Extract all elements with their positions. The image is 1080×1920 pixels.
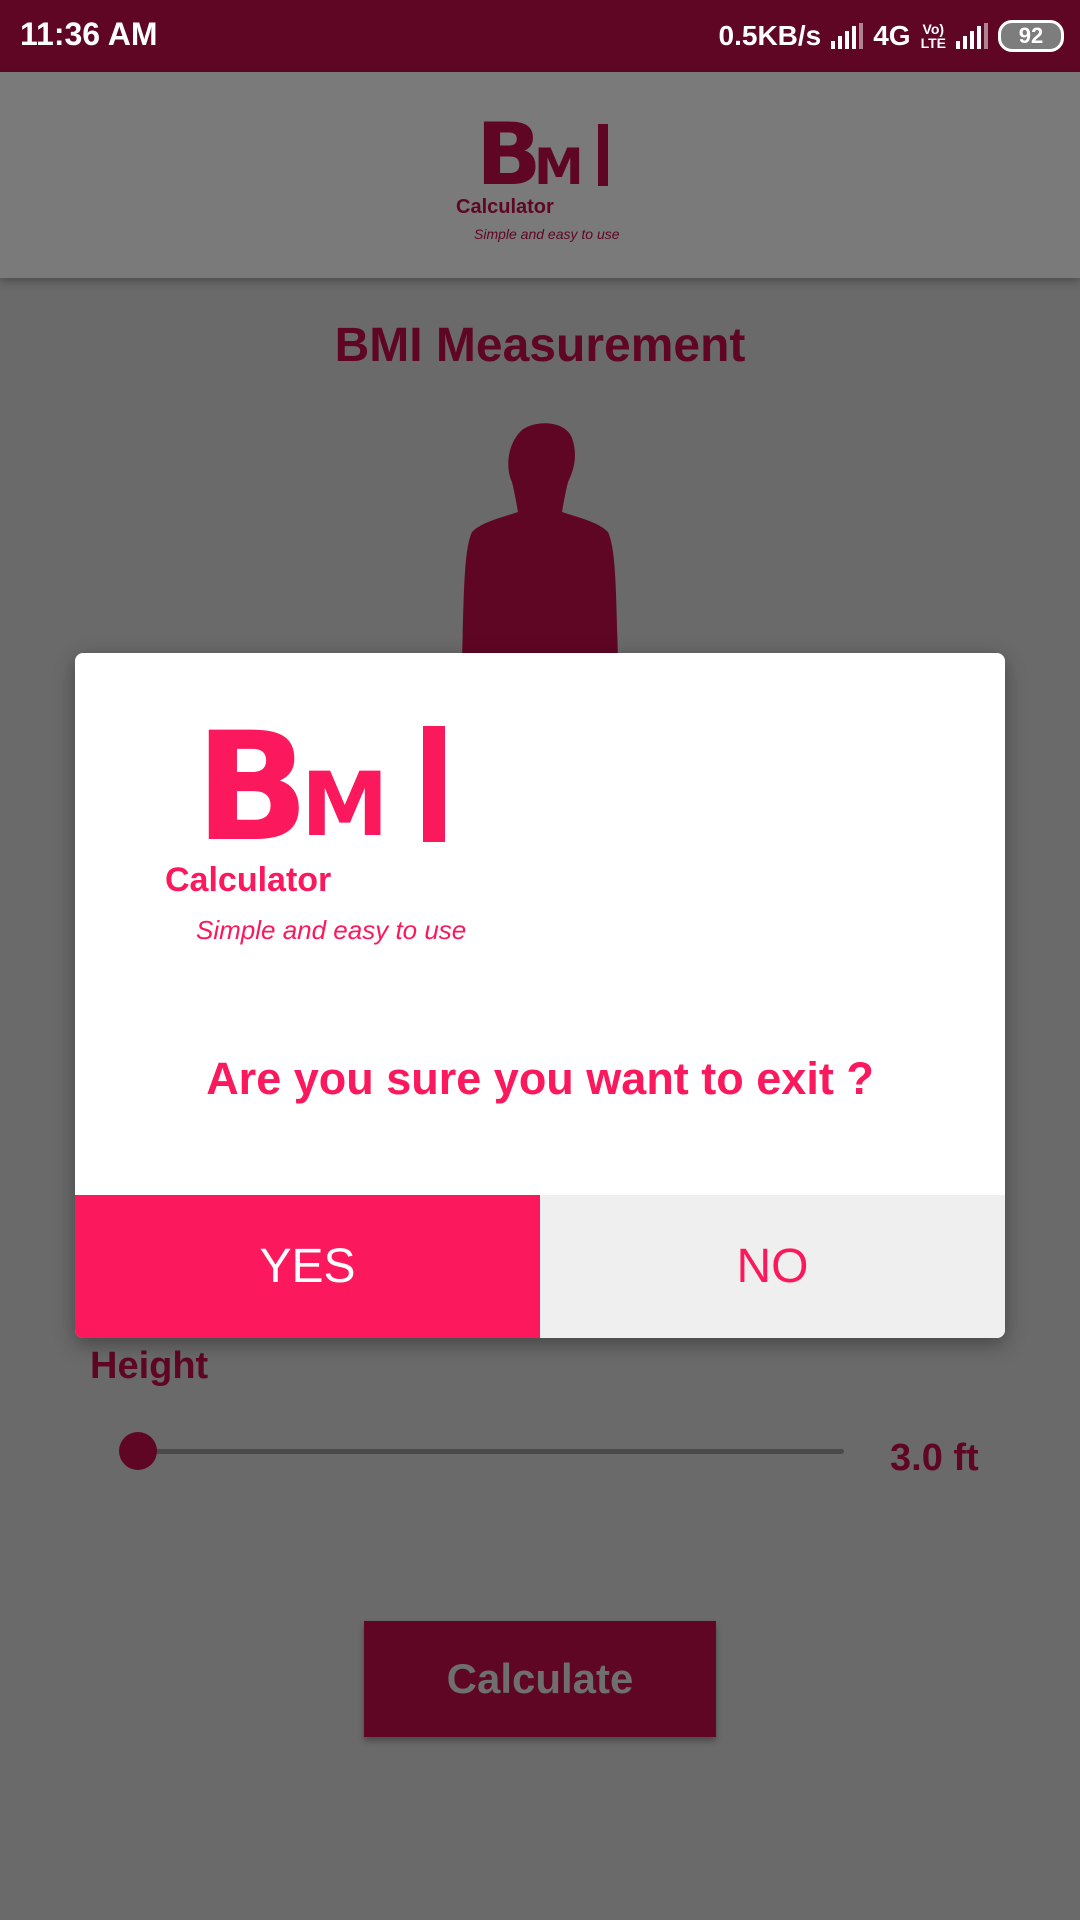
person-silhouette <box>462 423 618 660</box>
page-title: BMI Measurement <box>334 319 746 372</box>
height-value: 3.0 ft <box>890 1437 979 1479</box>
dialog-logo-letter-i <box>423 726 445 842</box>
height-slider-track[interactable] <box>138 1449 844 1454</box>
network-type: 4G <box>873 20 911 51</box>
dialog-logo: B M Calculator Simple and easy to use <box>165 701 565 945</box>
battery-icon: 92 <box>998 20 1064 52</box>
volte-icon: Vo) LTE <box>920 21 946 51</box>
logo-letter-i <box>598 124 608 186</box>
app-logo: B M Calculator Simple and easy to use <box>456 112 656 252</box>
exit-dialog: B M Calculator Simple and easy to use Ar… <box>75 653 1005 1338</box>
logo-letter-b: B <box>476 105 542 205</box>
yes-button[interactable]: YES <box>75 1195 540 1338</box>
dialog-logo-tagline: Simple and easy to use <box>196 915 467 945</box>
app-bar: B M Calculator Simple and easy to use <box>0 72 1080 278</box>
signal-icon-2 <box>956 23 988 49</box>
signal-icon <box>831 23 864 49</box>
status-bar: 11:36 AM 0.5KB/s 4G Vo) LTE 92 <box>0 0 1080 72</box>
no-button[interactable]: NO <box>540 1195 1005 1338</box>
dialog-logo-letter-b: B <box>195 701 310 875</box>
logo-subtitle: Calculator <box>456 196 554 218</box>
dialog-logo-letter-m: M <box>301 753 389 856</box>
height-slider-thumb[interactable] <box>119 1432 157 1470</box>
status-time: 11:36 AM <box>20 16 158 52</box>
height-label: Height <box>90 1345 209 1387</box>
calculate-button[interactable]: Calculate <box>364 1621 716 1737</box>
dialog-logo-subtitle: Calculator <box>165 861 332 899</box>
status-icons: 0.5KB/s 4G Vo) LTE 92 <box>719 14 1064 58</box>
logo-tagline: Simple and easy to use <box>474 226 620 242</box>
logo-letter-m: M <box>534 138 584 196</box>
network-speed: 0.5KB/s <box>718 20 822 51</box>
exit-question: Are you sure you want to exit ? <box>206 1053 874 1104</box>
